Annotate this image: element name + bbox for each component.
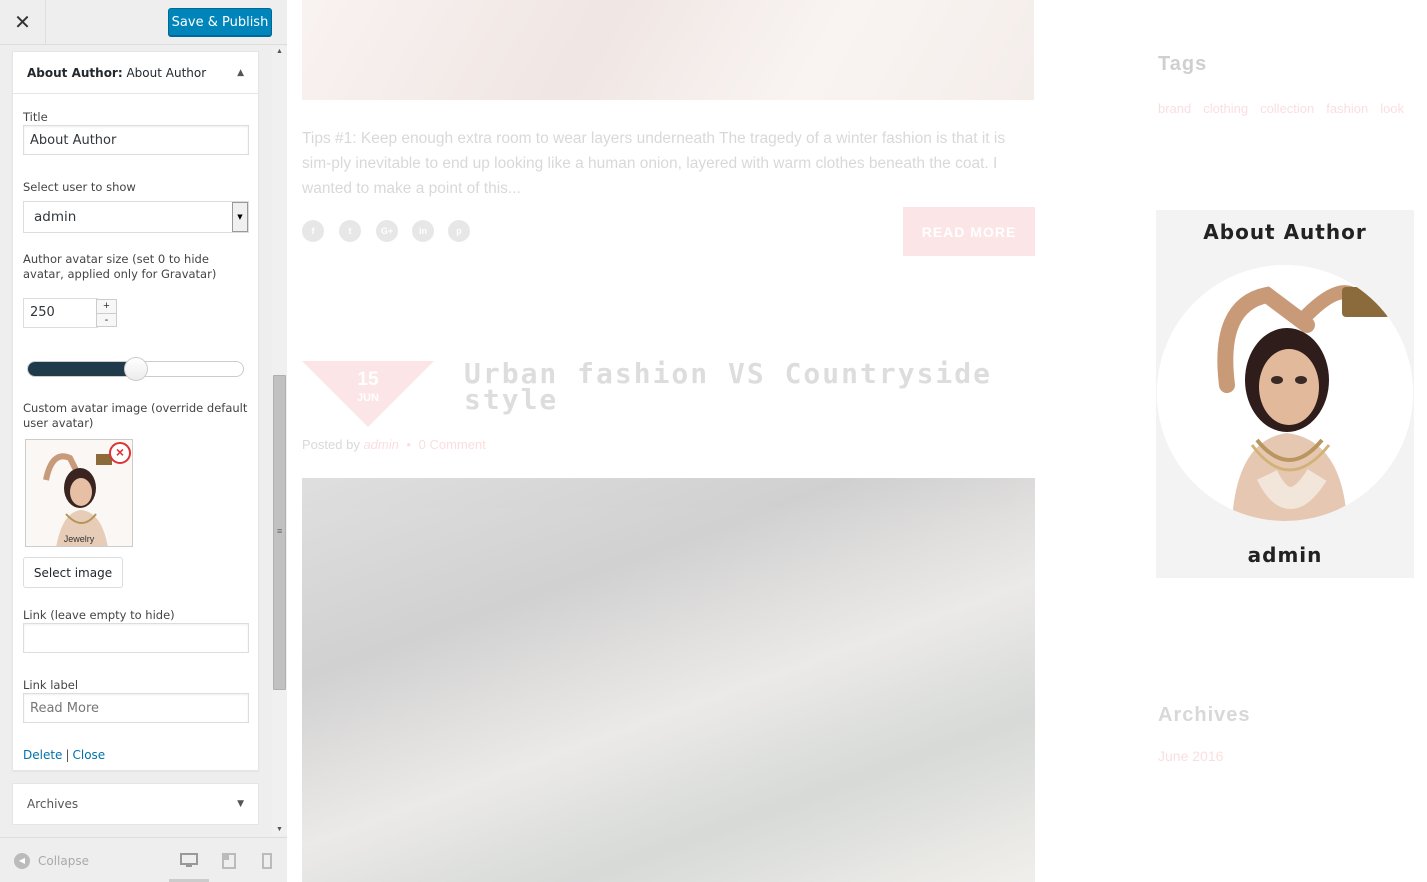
twitter-icon[interactable]: t (339, 220, 361, 242)
avatar-size-stepper: + - (96, 299, 117, 327)
close-link[interactable]: Close (72, 748, 105, 762)
widget-actions: Delete | Close (23, 748, 105, 762)
tablet-icon[interactable] (220, 853, 238, 869)
meta-bullet: • (406, 437, 412, 452)
customizer-panel: ✕ Save & Publish About Author: About Aut… (0, 0, 287, 882)
date-badge: 15 JUN (302, 361, 434, 427)
custom-avatar-thumbnail[interactable]: × Jewelry (25, 439, 133, 547)
post-excerpt: Tips #1: Keep enough extra room to wear … (302, 130, 1006, 197)
link-input[interactable] (23, 623, 249, 653)
archive-link[interactable]: June 2016 (1158, 748, 1223, 764)
widget-title-type: About Author: (27, 65, 123, 80)
slider-fill (28, 362, 136, 376)
date-day: 15 (357, 369, 379, 390)
user-select[interactable]: admin ▼ (23, 201, 249, 233)
close-icon[interactable]: ✕ (0, 0, 46, 45)
customizer-scroll-area: About Author: About Author ▲ Title Selec… (0, 46, 287, 836)
scroll-up-arrow-icon[interactable]: ▲ (272, 46, 287, 58)
tag-link[interactable]: look (1380, 101, 1404, 116)
post-featured-image-2[interactable] (302, 478, 1035, 882)
author-avatar[interactable] (1157, 265, 1413, 521)
avatar-size-slider[interactable] (27, 357, 244, 381)
avatar-caption: Jewelry (63, 534, 95, 544)
delete-link[interactable]: Delete (23, 748, 62, 762)
post-author-link[interactable]: admin (363, 437, 398, 452)
date-month: JUN (356, 392, 379, 404)
avatar-size-input[interactable]: 250 (23, 298, 98, 328)
title-input[interactable] (23, 125, 249, 155)
read-more-button[interactable]: READ MORE (903, 207, 1035, 256)
site-preview: Tips #1: Keep enough extra room to wear … (288, 0, 1427, 882)
pinterest-icon[interactable]: p (448, 220, 470, 242)
collapse-button[interactable]: ◀ Collapse (14, 853, 89, 869)
author-avatar-image (1157, 265, 1413, 521)
archives-widget-header[interactable]: Archives ▼ (12, 783, 259, 825)
customizer-footer: ◀ Collapse (0, 837, 287, 882)
increment-button[interactable]: + (97, 300, 116, 313)
save-publish-button[interactable]: Save & Publish (168, 8, 272, 36)
archives-widget-title: Archives (1158, 704, 1251, 726)
link-label-input[interactable] (23, 693, 249, 723)
link-label: Link (leave empty to hide) (23, 608, 175, 622)
dropdown-arrow-icon[interactable]: ▼ (232, 202, 248, 232)
scroll-down-arrow-icon[interactable]: ▼ (272, 824, 287, 836)
link-label-label: Link label (23, 678, 79, 692)
grip-icon: ≡ (277, 526, 283, 536)
widget-header[interactable]: About Author: About Author ▲ (13, 52, 258, 94)
tag-link[interactable]: brand (1158, 101, 1191, 116)
tag-link[interactable]: clothing (1203, 101, 1248, 116)
user-select-label: Select user to show (23, 180, 136, 194)
tag-list: brand clothing collection fashion look (1158, 101, 1404, 116)
select-image-button[interactable]: Select image (23, 557, 123, 588)
custom-avatar-label: Custom avatar image (override default us… (23, 401, 248, 430)
posted-by-text: Posted by (302, 437, 364, 452)
archives-widget-title: Archives (27, 797, 79, 811)
slider-handle[interactable] (123, 357, 148, 381)
widget-title: About Author: About Author (27, 66, 206, 80)
mobile-icon[interactable] (258, 853, 276, 869)
tags-widget-title: Tags (1158, 53, 1208, 75)
avatar-size-label: Author avatar size (set 0 to hide avatar… (23, 252, 217, 281)
facebook-icon[interactable]: f (302, 220, 324, 242)
linkedin-icon[interactable]: in (412, 220, 434, 242)
desktop-icon[interactable] (180, 853, 198, 869)
user-select-value: admin (34, 209, 77, 225)
collapse-label: Collapse (38, 854, 89, 868)
author-name[interactable]: admin (1156, 543, 1414, 567)
title-label: Title (23, 110, 48, 124)
comment-count-link[interactable]: 0 Comment (419, 437, 486, 452)
remove-avatar-icon[interactable]: × (109, 442, 131, 464)
customizer-scrollbar[interactable]: ▲ ≡ ▼ (272, 46, 287, 836)
collapse-arrow-icon[interactable]: ▲ (237, 68, 244, 78)
post-meta: Posted by admin • 0 Comment (302, 437, 486, 452)
collapse-icon: ◀ (14, 853, 30, 869)
widget-title-name: About Author (122, 65, 207, 80)
tag-link[interactable]: fashion (1326, 101, 1368, 116)
about-author-preview-widget: About Author admin (1156, 210, 1414, 578)
about-author-title: About Author (1203, 220, 1367, 244)
tag-link[interactable]: collection (1260, 101, 1314, 116)
post-featured-image[interactable] (302, 0, 1034, 100)
actions-separator: | (65, 748, 70, 762)
google-plus-icon[interactable]: G+ (376, 220, 398, 242)
scrollbar-thumb[interactable]: ≡ (273, 375, 286, 690)
about-author-widget: About Author: About Author ▲ Title Selec… (12, 51, 259, 771)
decrement-button[interactable]: - (97, 313, 116, 326)
post-title[interactable]: Urban fashion VS Countryside style (464, 360, 1024, 414)
customizer-header: ✕ Save & Publish (0, 0, 287, 45)
expand-arrow-icon[interactable]: ▼ (237, 799, 244, 809)
